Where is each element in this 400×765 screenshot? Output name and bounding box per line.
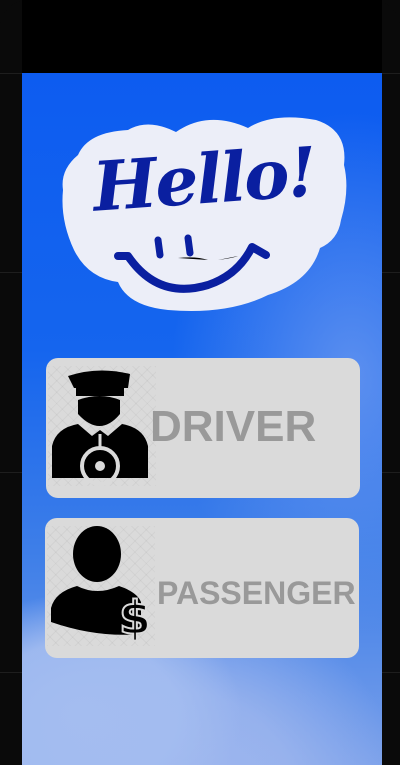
passenger-label: PASSENGER — [157, 575, 356, 611]
passenger-button[interactable]: $ PASSENGER — [45, 518, 359, 658]
status-bar — [22, 0, 382, 73]
hello-logo: Hello! — [58, 110, 350, 315]
driver-icon — [48, 366, 156, 486]
app-screen: Hello! DRIVER $ PASSENGER — [22, 0, 382, 765]
svg-text:$: $ — [119, 591, 151, 645]
driver-label: DRIVER — [150, 402, 317, 451]
passenger-dollar-icon: $ — [47, 526, 155, 646]
driver-button[interactable]: DRIVER — [46, 358, 360, 498]
